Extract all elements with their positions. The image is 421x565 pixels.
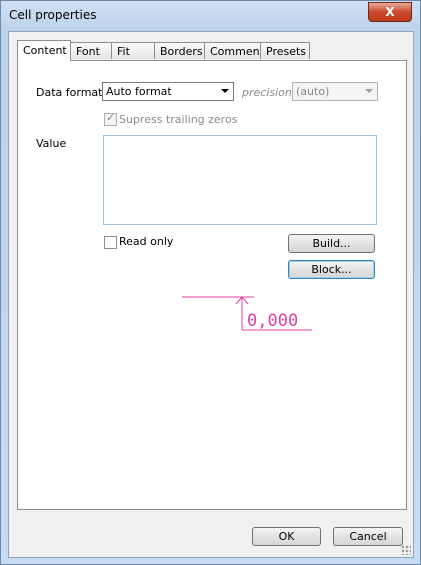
tab-presets[interactable]: Presets [260,42,310,59]
content-tab-panel: Data format Auto format precision (auto)… [17,60,407,510]
tab-fit-label: Fit [117,45,130,58]
close-button[interactable]: X [368,2,412,22]
tab-content-label: Content [23,44,67,57]
tab-comment-label: Comment [210,45,264,58]
tab-font[interactable]: Font [70,42,112,59]
cancel-button[interactable]: Cancel [333,527,403,546]
ok-button[interactable]: OK [252,527,321,546]
tab-comment[interactable]: Comment [204,42,264,59]
cell-properties-dialog: Cell properties X Content Font Fit Borde… [0,0,421,565]
format-preview: 0,000 [182,296,312,331]
resize-grip[interactable] [401,545,411,555]
preview-text: 0,000 [247,311,298,331]
close-icon: X [385,5,395,19]
window-title: Cell properties [9,8,97,22]
tab-borders[interactable]: Borders [154,42,205,59]
tab-content[interactable]: Content [17,40,71,61]
dialog-body: Content Font Fit Borders Comment Presets… [8,31,414,558]
tab-font-label: Font [76,45,100,58]
tab-borders-label: Borders [160,45,203,58]
tab-fit[interactable]: Fit [111,42,155,59]
tab-presets-label: Presets [266,45,307,58]
